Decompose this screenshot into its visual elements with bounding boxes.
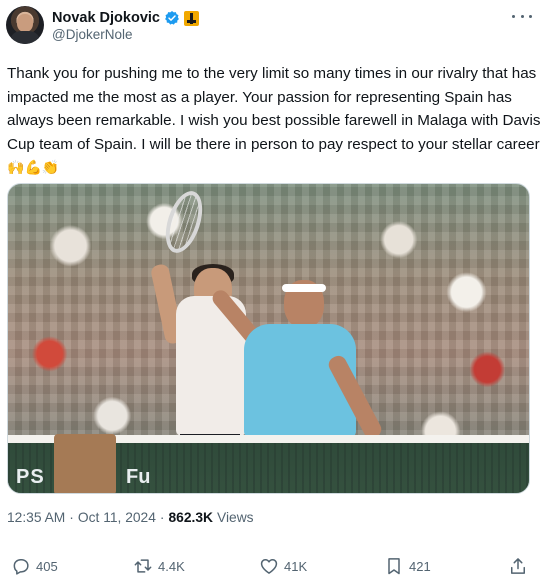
more-dot: [512, 14, 515, 18]
share-icon: [511, 558, 525, 574]
views-count: 862.3K: [168, 510, 214, 525]
avatar-face: [17, 14, 33, 32]
repost-icon: [134, 559, 152, 573]
avatar-body: [11, 31, 39, 44]
net-post: [54, 434, 116, 493]
reply-count: 405: [36, 558, 58, 574]
bookmark-icon: [388, 558, 400, 575]
court-wall-text-2: Fu: [126, 466, 151, 488]
tweet-meta: 12:35 AM · Oct 11, 2024 · 862.3K Views: [7, 510, 254, 525]
author-name-row: Novak Djokovic: [52, 8, 199, 28]
share-button[interactable]: [508, 554, 528, 578]
bookmark-count: 421: [409, 558, 431, 574]
meta-separator: ·: [69, 510, 74, 525]
more-dot: [529, 14, 532, 18]
court-wall-text: PS: [16, 466, 45, 488]
like-button[interactable]: 41K: [259, 554, 307, 578]
author-avatar[interactable]: [6, 6, 44, 44]
action-bar: 405 4.4K 41K 421: [0, 554, 550, 578]
like-count: 41K: [284, 558, 308, 574]
raising-hands-emoji: 🙌: [7, 159, 25, 175]
meta-separator: ·: [159, 510, 165, 525]
reply-icon: [13, 559, 29, 575]
tweet-text: Thank you for pushing me to the very lim…: [7, 62, 543, 180]
heart-icon: [260, 559, 278, 574]
more-options-icon[interactable]: [512, 8, 532, 24]
flexed-biceps-emoji: 💪: [24, 159, 42, 175]
tweet-card: Novak Djokovic @DjokerNole Thank you for…: [0, 0, 550, 584]
clapping-hands-emoji: 👏: [41, 159, 60, 175]
tweet-body: Thank you for pushing me to the very lim…: [7, 65, 541, 153]
repost-button[interactable]: 4.4K: [133, 554, 185, 578]
views-label: Views: [217, 510, 254, 525]
more-dot: [520, 14, 524, 18]
tweet-photo[interactable]: PS Fu: [7, 183, 530, 494]
player-two-headband: [282, 284, 326, 292]
verified-badge-icon: [165, 11, 179, 25]
author-handle[interactable]: @DjokerNole: [52, 27, 132, 42]
tweet-time[interactable]: 12:35 AM: [7, 510, 65, 525]
repost-count: 4.4K: [158, 558, 185, 574]
tweet-date[interactable]: Oct 11, 2024: [78, 510, 156, 525]
reply-button[interactable]: 405: [11, 554, 58, 578]
bookmark-button[interactable]: 421: [384, 554, 431, 578]
author-display-name[interactable]: Novak Djokovic: [52, 10, 160, 26]
flag-badge-icon: [184, 10, 199, 26]
